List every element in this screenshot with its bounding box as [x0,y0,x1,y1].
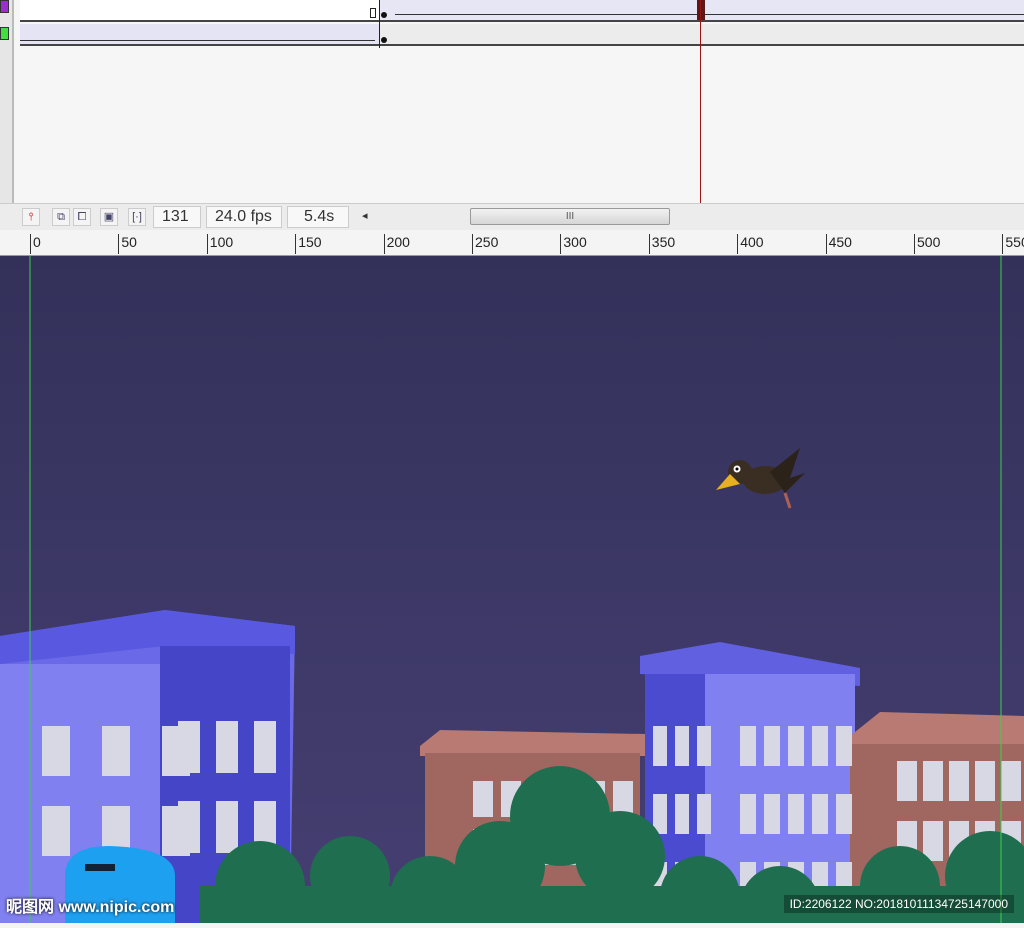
stage-canvas[interactable]: 昵图网 www.nipic.com ID:2206122 NO:20181011… [0,256,1024,928]
ruler-label: 500 [914,234,940,254]
window [788,794,804,834]
window [675,794,689,834]
window [740,726,756,766]
frame-rate-field[interactable]: 24.0 fps [206,206,282,228]
ruler-label: 100 [206,234,233,254]
window [764,726,780,766]
empty-keyframe[interactable] [370,8,376,18]
window [812,794,828,834]
window [923,821,943,861]
ruler-label: 0 [30,234,41,254]
window [178,801,200,853]
window [897,761,917,801]
window [653,726,667,766]
ruler-label: 550 [1002,234,1024,254]
onion-skin-icon[interactable]: ⧉ [52,208,70,226]
window [473,781,493,817]
window [764,794,780,834]
window [216,721,238,773]
window [949,761,969,801]
window [923,761,943,801]
modify-onion-markers-icon[interactable]: [·] [128,208,146,226]
watermark-logo: 昵图网 www.nipic.com [6,899,175,916]
watermark-id: ID:2206122 NO:20181011134725147000 [783,895,1014,913]
current-frame-field[interactable]: 131 [153,206,201,228]
window [697,726,711,766]
keyframe[interactable] [381,37,387,43]
onion-skin-outlines-icon[interactable]: ⧠ [73,208,91,226]
window [740,794,756,834]
ruler-label: 250 [472,234,498,254]
ruler-label: 50 [118,234,137,254]
frame-divider [379,0,380,48]
window [42,806,70,856]
ruler-label: 300 [560,234,587,254]
scroll-left-arrow[interactable]: ◂ [362,209,368,222]
layer-track-1[interactable] [20,0,1024,22]
edit-multiple-frames-icon[interactable]: ▣ [100,208,118,226]
layer-track-2[interactable] [20,24,1024,46]
timeline-toolbar: ⫯ ⧉ ⧠ ▣ [·] 131 24.0 fps 5.4s ◂ III [0,203,1024,230]
window [216,801,238,853]
window [836,794,852,834]
tween-arrow [20,40,375,41]
window [102,726,130,776]
timeline-panel [0,0,1024,203]
center-frame-icon[interactable]: ⫯ [22,208,40,226]
window [788,726,804,766]
ruler-label: 400 [737,234,764,254]
window [178,721,200,773]
window [836,726,852,766]
layer-color-green[interactable] [0,27,9,40]
horizontal-scrollbar-thumb[interactable]: III [470,208,670,225]
keyframe[interactable] [381,12,387,18]
window [697,794,711,834]
layer-color-purple[interactable] [0,0,9,13]
window [675,726,689,766]
horizontal-ruler: 0 50 100 150 200 250 300 350 400 450 500 550 [0,230,1024,256]
night-city-scene [0,256,1024,928]
ruler-label: 450 [825,234,852,254]
layer-column [0,0,14,203]
ruler-label: 350 [648,234,675,254]
window [812,726,828,766]
elapsed-time-field: 5.4s [287,206,349,228]
ruler-label: 150 [295,234,322,254]
playhead-line[interactable] [700,0,701,203]
ruler-label: 200 [383,234,410,254]
tween-line [395,14,1024,15]
window [42,726,70,776]
window [975,761,995,801]
window [1001,761,1021,801]
playhead-handle[interactable] [697,0,705,20]
window [254,721,276,773]
